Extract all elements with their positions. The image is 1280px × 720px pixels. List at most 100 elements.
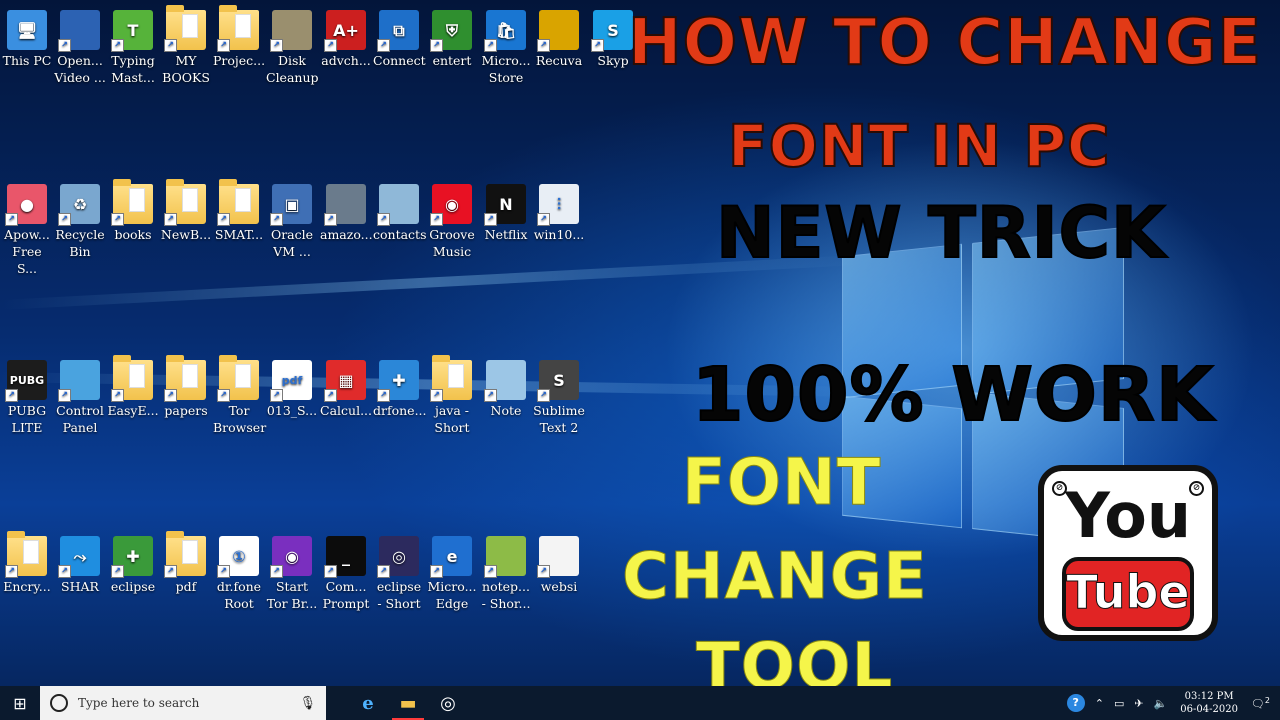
desktop-icon[interactable]: PUBG ↗ PUBG LITE (1, 356, 53, 436)
app-icon: ↗ (377, 184, 419, 226)
desktop-icon[interactable]: ↗ papers (160, 355, 212, 419)
desktop-icon[interactable]: ⤳ ↗ SHAR (54, 532, 106, 595)
desktop-icon-label: NewB... (160, 227, 212, 242)
desktop-icon-label: 013_S... (266, 403, 318, 418)
headline-line-1: HOW TO CHANGE (627, 5, 1263, 81)
desktop-icon[interactable]: ↗ Disk Cleanup (266, 6, 319, 86)
youtube-logo: ⊘ ⊘ You Tube (1038, 465, 1218, 641)
document-icon (182, 540, 198, 564)
app-icon: ① ↗ (217, 536, 259, 578)
taskbar-groove[interactable]: ◎ (428, 686, 468, 720)
folder-icon: ↗ (430, 355, 472, 402)
desktop-icon[interactable]: ◎ ↗ eclipse - Short (373, 532, 425, 612)
shortcut-arrow-icon: ↗ (324, 39, 337, 52)
desktop-icon[interactable]: ↗ notep... - Shor... (480, 532, 532, 612)
desktop-icon[interactable]: ◉ ↗ Groove Music (426, 180, 478, 260)
system-tray: ? ⌃ ▭ ✈ 🔈 03:12 PM 06-04-2020 🗨2 (1062, 686, 1280, 720)
shortcut-arrow-icon: ↗ (430, 565, 443, 578)
help-icon[interactable]: ? (1066, 694, 1085, 712)
desktop-icon[interactable]: ▦ ↗ Calcul... (320, 356, 372, 419)
desktop-icon-label: Micro... Edge (427, 579, 477, 611)
desktop-icon-label: Start Tor Br... (266, 579, 318, 611)
desktop-icon[interactable]: ↗ Tor Browser (213, 355, 266, 436)
desktop-icon[interactable]: 🖥 This PC (1, 6, 53, 69)
taskbar-file-explorer[interactable]: ▬ (388, 686, 428, 720)
folder-icon: ↗ (111, 355, 153, 402)
app-icon: e ↗ (430, 536, 472, 578)
volume-icon[interactable]: 🔈 (1154, 697, 1168, 710)
headline-line-3: NEW TRICK (715, 191, 1167, 275)
desktop-icon[interactable]: ♻ ↗ Recycle Bin (54, 180, 106, 260)
start-button[interactable]: ⊞ (0, 686, 40, 720)
app-icon: pdf ↗ (270, 360, 312, 402)
shortcut-arrow-icon: ↗ (270, 39, 283, 52)
desktop-icon[interactable]: ↗ Control Panel (54, 356, 106, 436)
desktop-icon[interactable]: ◉ ↗ Start Tor Br... (266, 532, 318, 612)
desktop-icon-label: Projec... (213, 53, 266, 68)
clock[interactable]: 03:12 PM 06-04-2020 (1180, 690, 1238, 716)
network-icon[interactable]: ✈ (1134, 697, 1143, 710)
app-icon: PUBG ↗ (5, 360, 47, 402)
desktop-icon[interactable]: ↗ amazo... (320, 180, 373, 243)
app-icon: ↗ (58, 10, 100, 52)
desktop-icon[interactable]: T ↗ Typing Mast... (107, 6, 159, 86)
desktop-icon[interactable]: ↗ contacts (373, 180, 427, 243)
desktop-icon[interactable]: ↗ EasyE... (107, 355, 159, 419)
desktop-icon[interactable]: N ↗ Netflix (480, 180, 532, 243)
shortcut-arrow-icon: ↗ (430, 389, 443, 402)
desktop-icon-label: papers (164, 403, 208, 418)
desktop-icon[interactable]: ↗ websi (533, 532, 585, 595)
desktop-icon[interactable]: ↗ MY BOOKS (160, 5, 212, 86)
app-icon: S ↗ (537, 360, 579, 402)
shortcut-arrow-icon: ↗ (58, 39, 71, 52)
shortcut-arrow-icon: ↗ (164, 565, 177, 578)
desktop-icon[interactable]: ↗ Recuva (533, 6, 585, 69)
app-icon: A+ ↗ (324, 10, 366, 52)
desktop-icon[interactable]: ↗ Note (480, 356, 532, 419)
desktop-icon[interactable]: ⛨ ↗ entert (426, 6, 478, 69)
desktop-icon[interactable]: A+ ↗ advch... (320, 6, 372, 69)
desktop-icon-label: drfone... (373, 403, 427, 418)
computer-icon: 🖥 (7, 10, 47, 50)
desktop-icon-label: books (114, 227, 152, 242)
desktop-icon[interactable]: ↗ SMAT... (213, 179, 265, 243)
app-icon: ↗ (324, 184, 366, 226)
search-box[interactable]: Type here to search 🎙 (40, 686, 326, 720)
desktop-icon[interactable]: ↗ NewB... (160, 179, 212, 243)
desktop-icon[interactable]: ① ↗ dr.fone Root (213, 532, 265, 612)
microphone-icon[interactable]: 🎙 (299, 696, 316, 711)
desktop-icon[interactable]: ✚ ↗ eclipse (107, 532, 159, 595)
desktop-icon[interactable]: S ↗ Sublime Text 2 (533, 356, 585, 436)
document-icon (129, 364, 145, 388)
notification-icon[interactable]: 🗨2 (1251, 696, 1270, 711)
desktop-icon-label: websi (540, 579, 578, 594)
desktop-icon-label: win10... (533, 227, 585, 242)
document-icon (235, 14, 251, 38)
battery-icon[interactable]: ▭ (1114, 697, 1124, 710)
desktop-icon[interactable]: ▣ ↗ Oracle VM ... (266, 180, 318, 260)
taskbar-internet-explorer[interactable]: e (348, 686, 388, 720)
desktop-icon[interactable]: ↗ Projec... (213, 5, 266, 69)
desktop-icon-label: Typing Mast... (111, 53, 155, 85)
desktop-icon[interactable]: ● ↗ Apow... Free S... (1, 180, 53, 277)
desktop-icon[interactable]: ✚ ↗ drfone... (373, 356, 427, 419)
desktop-icon[interactable]: _ ↗ Com... Prompt (320, 532, 372, 612)
chevron-up-icon[interactable]: ⌃ (1095, 697, 1104, 710)
app-icon: S ↗ (591, 10, 633, 52)
desktop-icon[interactable]: ⧉ ↗ Connect (373, 6, 426, 69)
desktop-icon[interactable]: ↗ Encry... (1, 531, 53, 595)
desktop-icon-label: Sublime Text 2 (533, 403, 585, 435)
document-icon (129, 188, 145, 212)
desktop-icon[interactable]: 🛍 ↗ Micro... Store (480, 6, 532, 86)
app-icon: ↗ (58, 360, 100, 402)
folder-icon: ↗ (217, 179, 259, 226)
desktop-icon[interactable]: ↗ books (107, 179, 159, 243)
desktop-icon[interactable]: e ↗ Micro... Edge (426, 532, 478, 612)
shortcut-arrow-icon: ↗ (430, 213, 443, 226)
desktop-icon[interactable]: ⫶ ↗ win10... (533, 180, 585, 243)
desktop-icon[interactable]: pdf ↗ 013_S... (266, 356, 318, 419)
desktop-icon[interactable]: ↗ pdf (160, 531, 212, 595)
desktop-icon[interactable]: ↗ Open... Video ... (54, 6, 106, 86)
document-icon (182, 364, 198, 388)
desktop-icon[interactable]: ↗ java - Short (426, 355, 478, 436)
